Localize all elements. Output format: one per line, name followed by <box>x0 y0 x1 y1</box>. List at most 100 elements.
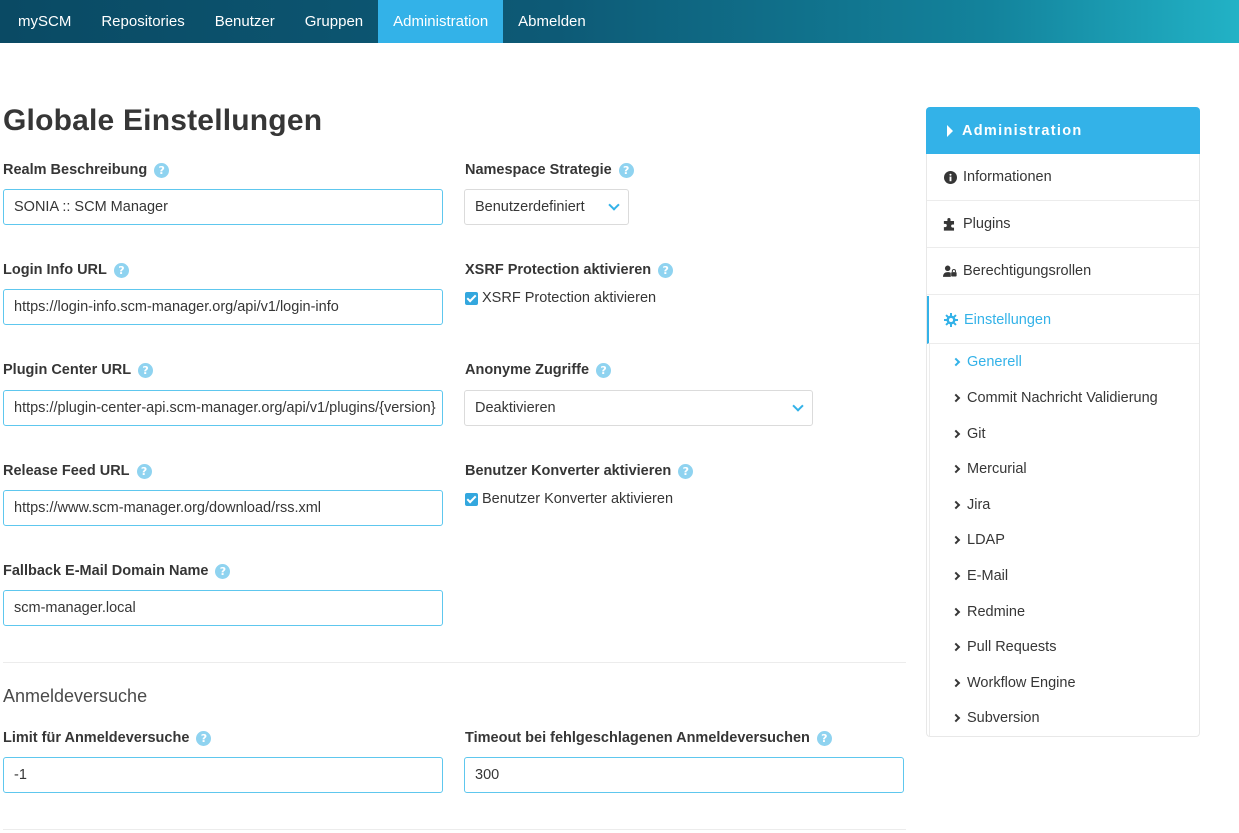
user-converter-label-text: Benutzer Konverter aktivieren <box>465 463 672 479</box>
nav-myscm[interactable]: mySCM <box>3 0 86 43</box>
user-converter-checkbox[interactable] <box>465 492 478 506</box>
submenu-item-ldap[interactable]: LDAP <box>951 530 1005 550</box>
limit-label-text: Limit für Anmeldeversuche <box>3 730 190 746</box>
timeout-input[interactable]: 300 <box>464 757 904 793</box>
submenu-item-label: Redmine <box>967 604 1026 620</box>
help-icon[interactable]: ? <box>138 362 154 378</box>
fallback-mail-label: Fallback E-Mail Domain Name ? <box>3 563 231 579</box>
sidebar-item-einstellungen[interactable]: Einstellungen <box>927 296 1199 344</box>
submenu-item-label: Git <box>967 426 986 442</box>
login-info-input[interactable]: https://login-info.scm-manager.org/api/v… <box>3 289 443 325</box>
chevron-right-icon <box>951 678 961 688</box>
realm-label-text: Realm Beschreibung <box>3 162 148 178</box>
help-icon[interactable]: ? <box>678 463 694 479</box>
chevron-down-icon <box>792 399 804 412</box>
nav-administration[interactable]: Administration <box>378 0 504 43</box>
submenu-item-subversion[interactable]: Subversion <box>951 708 1040 728</box>
release-feed-label: Release Feed URL ? <box>3 463 152 479</box>
realm-input[interactable]: SONIA :: SCM Manager <box>3 189 443 225</box>
sidebar-item-plugins[interactable]: Plugins <box>927 201 1199 248</box>
chevron-right-icon <box>951 571 961 581</box>
submenu-item-label: E-Mail <box>967 568 1009 584</box>
page-title: Globale Einstellungen <box>3 104 323 137</box>
user-converter-checkbox-label[interactable]: Benutzer Konverter aktivieren <box>482 491 673 507</box>
chevron-right-icon <box>951 642 961 652</box>
timeout-label: Timeout bei fehlgeschlagenen Anmeldevers… <box>465 730 832 746</box>
submenu-item-redmine[interactable]: Redmine <box>951 602 1026 622</box>
help-icon[interactable]: ? <box>596 362 612 378</box>
sidebar-header[interactable]: Administration <box>926 107 1200 154</box>
help-icon[interactable]: ? <box>196 730 212 746</box>
caret-right-icon <box>947 124 953 137</box>
nav-users[interactable]: Benutzer <box>200 0 290 43</box>
nav-groups[interactable]: Gruppen <box>290 0 378 43</box>
sidebar-item-berechtigungsrollen[interactable]: Berechtigungsrollen <box>927 248 1199 295</box>
submenu-line <box>929 344 930 737</box>
xsrf-checkbox-row[interactable]: XSRF Protection aktivieren <box>465 290 656 306</box>
submenu-item-git[interactable]: Git <box>951 424 986 444</box>
anonymous-select[interactable]: Deaktivieren <box>464 390 813 426</box>
submenu-item-email[interactable]: E-Mail <box>951 566 1009 586</box>
user-converter-checkbox-row[interactable]: Benutzer Konverter aktivieren <box>465 491 673 507</box>
nav-repositories[interactable]: Repositories <box>86 0 199 43</box>
xsrf-label: XSRF Protection aktivieren ? <box>465 262 674 278</box>
chevron-right-icon <box>951 429 961 439</box>
chevron-right-icon <box>951 500 961 510</box>
gear-icon <box>944 312 958 327</box>
chevron-right-icon <box>951 393 961 403</box>
fallback-mail-label-text: Fallback E-Mail Domain Name <box>3 563 209 579</box>
fallback-mail-input[interactable]: scm-manager.local <box>3 590 443 626</box>
sidebar-item-label: Informationen <box>963 169 1052 185</box>
namespace-select-value: Benutzerdefiniert <box>475 199 585 215</box>
timeout-label-text: Timeout bei fehlgeschlagenen Anmeldevers… <box>465 730 810 746</box>
section-divider <box>3 829 906 830</box>
anonymous-select-value: Deaktivieren <box>475 400 556 416</box>
namespace-label: Namespace Strategie ? <box>465 162 634 178</box>
submenu-item-workflow-engine[interactable]: Workflow Engine <box>951 673 1076 693</box>
plugin-center-input[interactable]: https://plugin-center-api.scm-manager.or… <box>3 390 443 426</box>
submenu-item-mercurial[interactable]: Mercurial <box>951 459 1027 479</box>
help-icon[interactable]: ? <box>618 162 634 178</box>
help-icon[interactable]: ? <box>658 262 674 278</box>
chevron-right-icon <box>951 607 961 617</box>
xsrf-label-text: XSRF Protection aktivieren <box>465 262 652 278</box>
submenu-item-label: Commit Nachricht Validierung <box>967 390 1158 406</box>
puzzle-icon <box>943 217 957 231</box>
login-info-label-text: Login Info URL <box>3 262 107 278</box>
submenu-item-label: Generell <box>967 354 1022 370</box>
user-converter-label: Benutzer Konverter aktivieren ? <box>465 463 694 479</box>
help-icon[interactable]: ? <box>113 262 129 278</box>
sidebar-item-label: Plugins <box>963 216 1011 232</box>
submenu-item-label: Subversion <box>967 710 1040 726</box>
login-attempts-section-title: Anmeldeversuche <box>3 686 148 706</box>
submenu-item-pull-requests[interactable]: Pull Requests <box>951 637 1057 657</box>
chevron-right-icon <box>951 464 961 474</box>
sidebar-item-informationen[interactable]: Informationen <box>927 154 1199 201</box>
chevron-down-icon <box>608 198 620 211</box>
xsrf-checkbox-label[interactable]: XSRF Protection aktivieren <box>482 290 656 306</box>
release-feed-input[interactable]: https://www.scm-manager.org/download/rss… <box>3 490 443 526</box>
section-divider <box>3 662 906 663</box>
limit-input[interactable]: -1 <box>3 757 443 793</box>
chevron-right-icon <box>951 357 961 367</box>
submenu-item-label: Jira <box>967 497 991 513</box>
help-icon[interactable]: ? <box>154 162 170 178</box>
xsrf-checkbox[interactable] <box>465 291 478 305</box>
submenu-item-generell[interactable]: Generell <box>951 352 1022 372</box>
nav-logout[interactable]: Abmelden <box>503 0 601 43</box>
submenu-item-label: Pull Requests <box>967 639 1057 655</box>
chevron-right-icon <box>951 713 961 723</box>
login-info-label: Login Info URL ? <box>3 262 129 278</box>
help-icon[interactable]: ? <box>136 463 152 479</box>
anonymous-label: Anonyme Zugriffe ? <box>465 362 612 378</box>
release-feed-label-text: Release Feed URL <box>3 463 130 479</box>
help-icon[interactable]: ? <box>215 563 231 579</box>
submenu-item-label: Workflow Engine <box>967 675 1076 691</box>
namespace-label-text: Namespace Strategie <box>465 162 612 178</box>
chevron-right-icon <box>951 535 961 545</box>
help-icon[interactable]: ? <box>816 730 832 746</box>
submenu-item-commit-validation[interactable]: Commit Nachricht Validierung <box>951 388 1158 408</box>
namespace-select[interactable]: Benutzerdefiniert <box>464 189 629 225</box>
submenu-item-jira[interactable]: Jira <box>951 495 991 515</box>
info-circle-icon <box>943 170 957 184</box>
